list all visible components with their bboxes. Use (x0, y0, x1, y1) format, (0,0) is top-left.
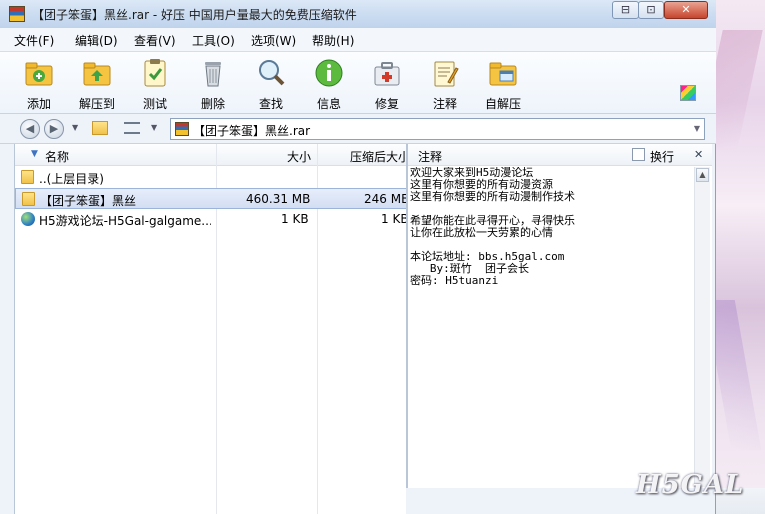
comment-scrollbar[interactable]: ▲ (694, 167, 710, 487)
title-bar[interactable]: 【团子笨蛋】黑丝.rar - 好压 中国用户量最大的免费压缩软件 ⊟ ⊡ ✕ (0, 0, 716, 28)
trash-icon (198, 58, 228, 88)
archive-window: 【团子笨蛋】黑丝.rar - 好压 中国用户量最大的免费压缩软件 ⊟ ⊡ ✕ 文… (0, 0, 716, 514)
file-name: ..(上层目录) (39, 172, 104, 186)
back-button[interactable]: ◀ (20, 119, 40, 139)
first-aid-icon (372, 58, 402, 88)
toolbar: 添加 解压到 测试 删除 查找 信息 修复 注释 自解压 (0, 52, 716, 114)
repair-button[interactable]: 修复 (361, 58, 413, 112)
delete-button[interactable]: 删除 (187, 58, 239, 112)
history-dropdown-icon[interactable]: ▼ (72, 123, 78, 132)
comment-text[interactable]: 欢迎大家来到H5动漫论坛 这里有你想要的所有动漫资源 这里有你想要的所有动漫制作… (410, 167, 692, 487)
maximize-button[interactable]: ⊡ (638, 1, 664, 19)
info-button[interactable]: 信息 (303, 58, 355, 112)
forward-button[interactable]: ▶ (44, 119, 64, 139)
menu-edit[interactable]: 编辑(D) (75, 32, 118, 49)
column-name[interactable]: 名称 (45, 148, 69, 165)
file-size: 460.31 MB (246, 192, 311, 206)
delete-label: 删除 (200, 97, 225, 111)
view-mode-dropdown-icon[interactable]: ▼ (151, 123, 157, 132)
table-row[interactable]: 【团子笨蛋】黑丝 460.31 MB 246 MB (15, 188, 410, 209)
archive-icon (175, 122, 189, 136)
file-name: H5游戏论坛-H5Gal-galgame... (39, 214, 211, 228)
sort-arrow-icon: ▼ (31, 149, 38, 159)
add-button[interactable]: 添加 (13, 58, 65, 112)
info-label: 信息 (316, 97, 341, 111)
table-row[interactable]: H5游戏论坛-H5Gal-galgame... 1 KB 1 KB (15, 209, 409, 230)
file-list-header: ▼ 名称 大小 压缩后大小 (15, 144, 410, 166)
wrap-label: 换行 (650, 150, 675, 164)
column-size[interactable]: 大小 (287, 148, 311, 165)
scroll-up-icon[interactable]: ▲ (696, 168, 709, 182)
self-extract-button[interactable]: 自解压 (477, 58, 529, 112)
file-list: ▼ 名称 大小 压缩后大小 ..(上层目录) 【团子笨蛋】黑丝 460.31 M… (14, 144, 410, 514)
extract-to-label: 解压到 (78, 97, 115, 111)
address-path: 【团子笨蛋】黑丝.rar (193, 124, 311, 138)
repair-label: 修复 (374, 97, 399, 111)
file-size: 1 KB (281, 212, 309, 226)
add-label: 添加 (26, 97, 51, 111)
comment-label: 注释 (432, 97, 457, 111)
find-label: 查找 (258, 97, 283, 111)
menu-help[interactable]: 帮助(H) (312, 32, 354, 49)
menu-tools[interactable]: 工具(O) (192, 32, 235, 49)
file-name: 【团子笨蛋】黑丝 (40, 194, 137, 208)
comment-title: 注释 (418, 150, 443, 164)
info-icon (314, 58, 344, 88)
window-title: 【团子笨蛋】黑丝.rar - 好压 中国用户量最大的免费压缩软件 (32, 8, 357, 22)
minimize-button[interactable]: ⊟ (612, 1, 639, 19)
menu-bar: 文件(F) 编辑(D) 查看(V) 工具(O) 选项(W) 帮助(H) (0, 28, 716, 52)
up-folder-icon[interactable] (92, 121, 108, 135)
folder-icon (21, 170, 34, 184)
add-archive-icon (24, 58, 54, 88)
test-button[interactable]: 测试 (129, 58, 181, 112)
test-archive-icon (140, 58, 170, 88)
test-label: 测试 (142, 97, 167, 111)
watermark-logo: H5GAL (636, 470, 745, 500)
wrap-checkbox[interactable] (632, 148, 645, 161)
column-packed-size[interactable]: 压缩后大小 (350, 148, 410, 165)
magnifier-icon (256, 58, 286, 88)
extract-to-button[interactable]: 解压到 (71, 58, 123, 112)
comment-button[interactable]: 注释 (419, 58, 471, 112)
self-extract-icon (488, 58, 518, 88)
menu-file[interactable]: 文件(F) (14, 32, 54, 49)
globe-icon (21, 212, 35, 226)
address-bar: ◀ ▶ ▼ ▼ 【团子笨蛋】黑丝.rar ▼ (0, 114, 716, 144)
find-button[interactable]: 查找 (245, 58, 297, 112)
close-comment-button[interactable]: ✕ (694, 148, 703, 161)
comment-header: 注释 换行 ✕ (408, 144, 712, 166)
menu-view[interactable]: 查看(V) (134, 32, 176, 49)
app-icon (9, 6, 25, 22)
file-packed-size: 1 KB (381, 212, 409, 226)
theme-skin-icon[interactable] (680, 85, 696, 101)
view-mode-icon[interactable] (124, 122, 140, 134)
address-dropdown-icon[interactable]: ▼ (694, 124, 700, 133)
notepad-icon (430, 58, 460, 88)
folder-icon (22, 192, 35, 206)
menu-options[interactable]: 选项(W) (251, 32, 296, 49)
close-button[interactable]: ✕ (664, 1, 708, 19)
self-extract-label: 自解压 (484, 97, 521, 111)
comment-pane: 注释 换行 ✕ 欢迎大家来到H5动漫论坛 这里有你想要的所有动漫资源 这里有你想… (406, 144, 712, 488)
address-field[interactable]: 【团子笨蛋】黑丝.rar ▼ (170, 118, 705, 140)
file-packed-size: 246 MB (364, 192, 410, 206)
extract-to-icon (82, 58, 112, 88)
table-row[interactable]: ..(上层目录) (15, 167, 407, 188)
